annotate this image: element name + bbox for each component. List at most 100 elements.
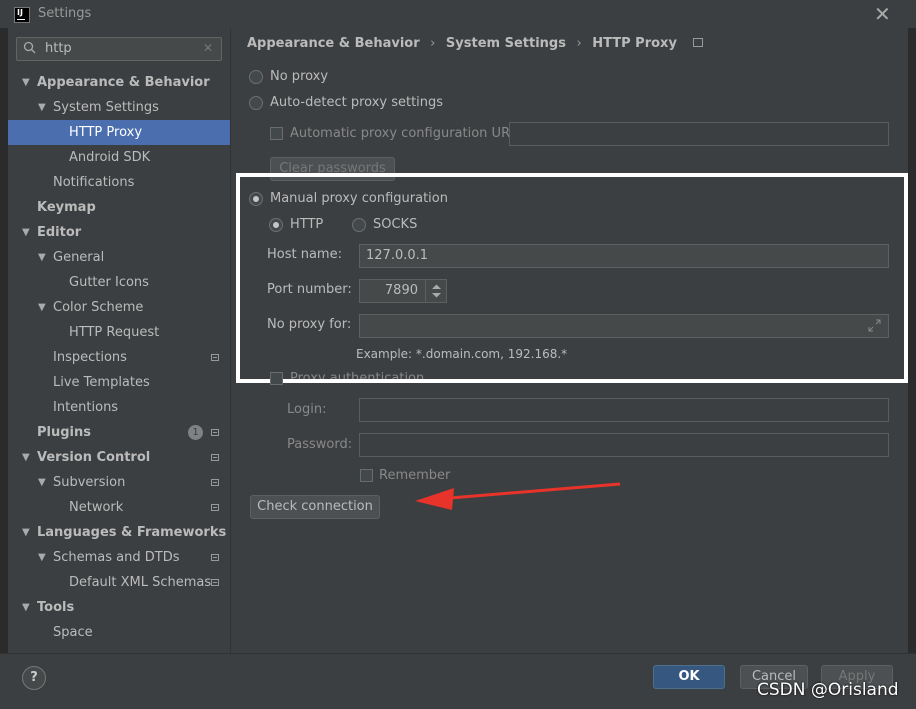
check-connection-button[interactable]: Check connection <box>250 495 380 519</box>
tree-item-label: Languages & Frameworks <box>37 525 227 540</box>
project-settings-icon <box>211 554 219 561</box>
tree-item-label: System Settings <box>53 100 159 115</box>
no-proxy-label: No proxy <box>270 69 329 84</box>
port-spinner[interactable] <box>425 280 447 302</box>
proxy-auth-checkbox[interactable] <box>270 372 283 385</box>
tree-item-languages-frameworks[interactable]: ▼ Languages & Frameworks <box>8 520 230 545</box>
password-input[interactable] <box>359 433 889 457</box>
no-proxy-for-input[interactable] <box>359 314 889 338</box>
auto-config-url-input[interactable] <box>509 122 889 146</box>
login-input[interactable] <box>359 398 889 422</box>
tree-item-general[interactable]: ▼ General <box>8 245 230 270</box>
tree-item-subversion[interactable]: ▼ Subversion <box>8 470 230 495</box>
chevron-down-icon: ▼ <box>22 527 30 538</box>
tree-item-label: Intentions <box>53 400 119 415</box>
tree-item-label: HTTP Request <box>69 325 160 340</box>
proxy-auth-label: Proxy authentication <box>290 371 425 379</box>
expand-icon[interactable] <box>868 319 881 336</box>
auto-detect-label: Auto-detect proxy settings <box>270 95 444 110</box>
tree-item-live-templates[interactable]: Live Templates <box>8 370 230 395</box>
auto-detect-radio[interactable] <box>249 96 263 110</box>
annotation-arrow-icon <box>415 482 621 510</box>
tree-item-intentions[interactable]: Intentions <box>8 395 230 420</box>
manual-proxy-label: Manual proxy configuration <box>270 191 448 206</box>
project-settings-icon <box>211 354 219 361</box>
tree-item-label: Tools <box>37 600 75 615</box>
tree-item-notifications[interactable]: Notifications <box>8 170 230 195</box>
chevron-down-icon: ▼ <box>38 552 46 563</box>
breadcrumb-item[interactable]: Appearance & Behavior <box>247 36 420 51</box>
tree-item-editor[interactable]: ▼ Editor <box>8 220 230 245</box>
background-editor-strip-right <box>908 28 916 653</box>
tree-item-label: HTTP Proxy <box>69 125 143 140</box>
tree-item-android-sdk[interactable]: Android SDK <box>8 145 230 170</box>
tree-item-appearance-behavior[interactable]: ▼ Appearance & Behavior <box>8 70 230 95</box>
tree-item-keymap[interactable]: Keymap <box>8 195 230 220</box>
manual-proxy-radio[interactable] <box>249 192 263 206</box>
tree-item-gutter-icons[interactable]: Gutter Icons <box>8 270 230 295</box>
spinner-arrows-icon <box>432 284 441 298</box>
tree-item-network[interactable]: Network <box>8 495 230 520</box>
tree-item-tools[interactable]: ▼ Tools <box>8 595 230 620</box>
close-icon[interactable]: ✕ <box>874 2 891 26</box>
tree-item-label: Editor <box>37 225 82 240</box>
tree-item-version-control[interactable]: ▼ Version Control <box>8 445 230 470</box>
breadcrumb-item[interactable]: System Settings <box>446 36 566 51</box>
tree-item-label: General <box>53 250 105 265</box>
title-bar <box>0 0 916 28</box>
tree-item-http-request[interactable]: HTTP Request <box>8 320 230 345</box>
socks-radio[interactable] <box>352 218 366 232</box>
ok-button[interactable]: OK <box>653 665 725 689</box>
search-input[interactable]: http ✕ <box>16 37 222 61</box>
project-settings-icon <box>693 38 704 47</box>
chevron-down-icon: ▼ <box>22 602 30 613</box>
example-hint: Example: *.domain.com, 192.168.* <box>356 347 568 361</box>
tree-item-plugins[interactable]: Plugins 1 <box>8 420 230 445</box>
chevron-down-icon: ▼ <box>38 102 46 113</box>
tree-item-label: Keymap <box>37 200 96 215</box>
project-settings-icon <box>211 429 219 436</box>
project-settings-icon <box>211 504 219 511</box>
project-settings-icon <box>211 454 219 461</box>
host-name-label: Host name: <box>267 247 342 262</box>
http-radio[interactable] <box>269 218 283 232</box>
auto-config-url-checkbox[interactable] <box>270 127 283 140</box>
tree-item-label: Notifications <box>53 175 135 190</box>
chevron-down-icon: ▼ <box>38 302 46 313</box>
help-button[interactable]: ? <box>22 666 46 690</box>
tree-item-label: Gutter Icons <box>69 275 149 290</box>
watermark-text: CSDN @Orisland <box>757 680 899 700</box>
window-title: Settings <box>38 6 92 21</box>
tree-item-label: Version Control <box>37 450 151 465</box>
login-label: Login: <box>287 402 327 417</box>
tree-item-label: Appearance & Behavior <box>37 75 210 90</box>
host-name-input[interactable]: 127.0.0.1 <box>359 244 889 268</box>
tree-item-label: Color Scheme <box>53 300 144 315</box>
panel-divider <box>230 28 231 653</box>
clear-search-icon[interactable]: ✕ <box>203 41 213 55</box>
search-icon <box>23 41 36 55</box>
password-label: Password: <box>287 437 353 452</box>
tree-item-default-xml-schemas[interactable]: Default XML Schemas <box>8 570 230 595</box>
tree-item-schemas-dtds[interactable]: ▼ Schemas and DTDs <box>8 545 230 570</box>
port-number-label: Port number: <box>267 282 352 297</box>
chevron-down-icon: ▼ <box>22 77 30 88</box>
no-proxy-radio[interactable] <box>249 70 263 84</box>
tree-item-color-scheme[interactable]: ▼ Color Scheme <box>8 295 230 320</box>
breadcrumb-item: HTTP Proxy <box>592 36 677 51</box>
chevron-down-icon: ▼ <box>22 227 30 238</box>
tree-item-http-proxy[interactable]: HTTP Proxy <box>8 120 230 145</box>
remember-checkbox[interactable] <box>360 469 373 482</box>
tree-item-label: Inspections <box>53 350 127 365</box>
breadcrumb: Appearance & Behavior › System Settings … <box>247 36 709 51</box>
tree-item-space[interactable]: Space <box>8 620 230 645</box>
tree-item-label: Network <box>69 500 124 515</box>
tree-item-label: Schemas and DTDs <box>53 550 180 565</box>
breadcrumb-separator: › <box>576 36 582 51</box>
tree-item-system-settings[interactable]: ▼ System Settings <box>8 95 230 120</box>
project-settings-icon <box>211 579 219 586</box>
tree-item-inspections[interactable]: Inspections <box>8 345 230 370</box>
chevron-down-icon: ▼ <box>38 477 46 488</box>
tree-item-label: Plugins <box>37 425 91 440</box>
tree-item-label: Subversion <box>53 475 126 490</box>
